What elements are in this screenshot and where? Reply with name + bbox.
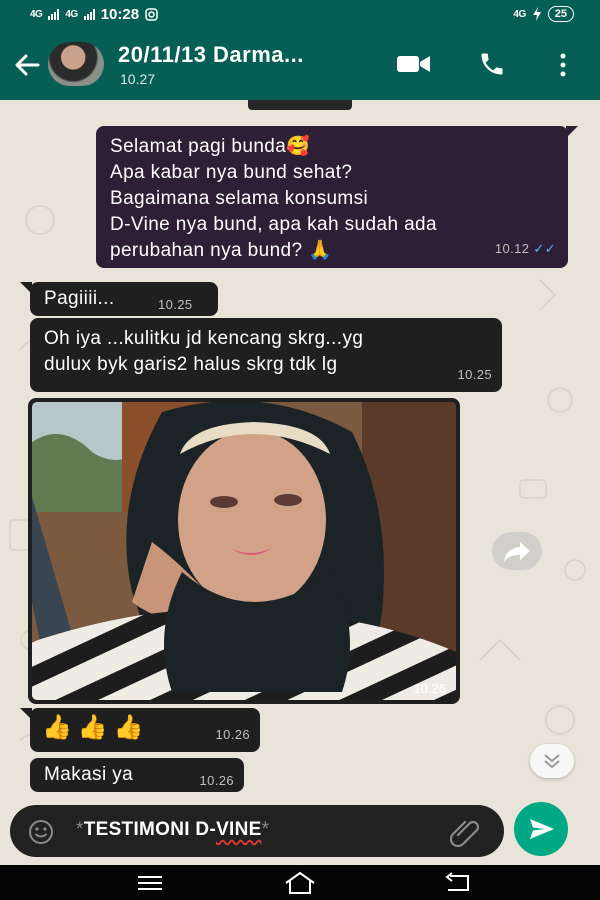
- contact-name[interactable]: 20/11/13 Darma...: [118, 42, 304, 68]
- message-line: Bagaimana selama konsumsi: [110, 188, 369, 209]
- read-receipt-icon: ✓✓: [533, 241, 556, 256]
- home-icon[interactable]: [282, 871, 318, 895]
- message-outgoing[interactable]: Selamat pagi bunda🥰 Apa kabar nya bund s…: [96, 126, 578, 268]
- message-incoming[interactable]: Makasi ya 10.26: [30, 758, 244, 792]
- instagram-icon: [145, 8, 158, 21]
- chat-header: 20/11/13 Darma... 10.27: [0, 30, 600, 100]
- signal-label-2: 4G: [65, 9, 78, 20]
- send-icon: [530, 819, 554, 839]
- status-bar: 4G 4G 10:28 4G 25: [0, 0, 600, 30]
- message-time: 10.25: [158, 297, 193, 312]
- message-incoming[interactable]: Pagiiii... 10.25: [20, 282, 218, 316]
- image-time: 10.26: [413, 681, 446, 696]
- message-time: 10.26: [215, 727, 250, 742]
- recents-icon[interactable]: [136, 875, 164, 891]
- signal-bars-icon: [48, 9, 60, 20]
- message-text: Pagiiii...: [44, 288, 115, 309]
- charging-icon: [532, 7, 541, 21]
- chevron-down-icon: [544, 754, 560, 769]
- forward-button[interactable]: [492, 532, 542, 570]
- signal-label-1: 4G: [30, 9, 43, 20]
- message-text: Makasi ya: [44, 764, 134, 785]
- message-time: 10.26: [199, 773, 234, 788]
- message-line: D-Vine nya bund, apa kah sudah ada: [110, 214, 437, 235]
- attachment-paperclip-icon[interactable]: [450, 817, 484, 847]
- message-meta: 10.12 ✓✓: [495, 236, 556, 262]
- status-time: 10:28: [100, 6, 140, 23]
- system-nav-bar: [0, 865, 600, 900]
- chat-area[interactable]: Selamat pagi bunda🥰 Apa kabar nya bund s…: [0, 100, 600, 865]
- date-chip: [248, 100, 352, 110]
- back-arrow-icon[interactable]: [12, 50, 42, 80]
- send-button[interactable]: [514, 802, 568, 856]
- avatar[interactable]: [48, 42, 104, 86]
- video-call-icon[interactable]: [396, 52, 432, 76]
- selfie-photo[interactable]: [32, 402, 456, 700]
- message-line: Selamat pagi bunda🥰: [110, 136, 311, 157]
- message-image[interactable]: 10.26: [28, 398, 460, 704]
- message-line: dulux byk garis2 halus skrg tdk lg: [44, 354, 338, 375]
- emoji-icon[interactable]: [28, 819, 54, 845]
- last-seen: 10.27: [120, 71, 156, 87]
- more-vertical-icon[interactable]: [558, 52, 568, 78]
- message-composer: *TESTIMONI D-VINE*: [10, 805, 504, 857]
- message-line: perubahan nya bund? 🙏: [110, 240, 333, 261]
- back-nav-icon[interactable]: [442, 872, 472, 894]
- network-label: 4G: [513, 8, 526, 20]
- message-input[interactable]: *TESTIMONI D-VINE*: [76, 819, 269, 841]
- message-incoming[interactable]: 👍👍👍 10.26: [20, 708, 260, 752]
- emoji-thumbs-up-icon: 👍👍👍: [42, 714, 150, 741]
- message-line: Oh iya ...kulitku jd kencang skrg...yg: [44, 328, 364, 349]
- message-time: 10.25: [457, 367, 492, 382]
- share-forward-icon: [504, 542, 530, 562]
- phone-icon[interactable]: [476, 50, 508, 78]
- message-line: Apa kabar nya bund sehat?: [110, 162, 353, 183]
- message-time: 10.12: [494, 241, 530, 256]
- battery-level: 25: [547, 6, 574, 22]
- signal-bars-icon: [83, 9, 95, 20]
- message-incoming[interactable]: Oh iya ...kulitku jd kencang skrg...yg d…: [30, 318, 502, 392]
- scroll-to-bottom-button[interactable]: [530, 744, 574, 778]
